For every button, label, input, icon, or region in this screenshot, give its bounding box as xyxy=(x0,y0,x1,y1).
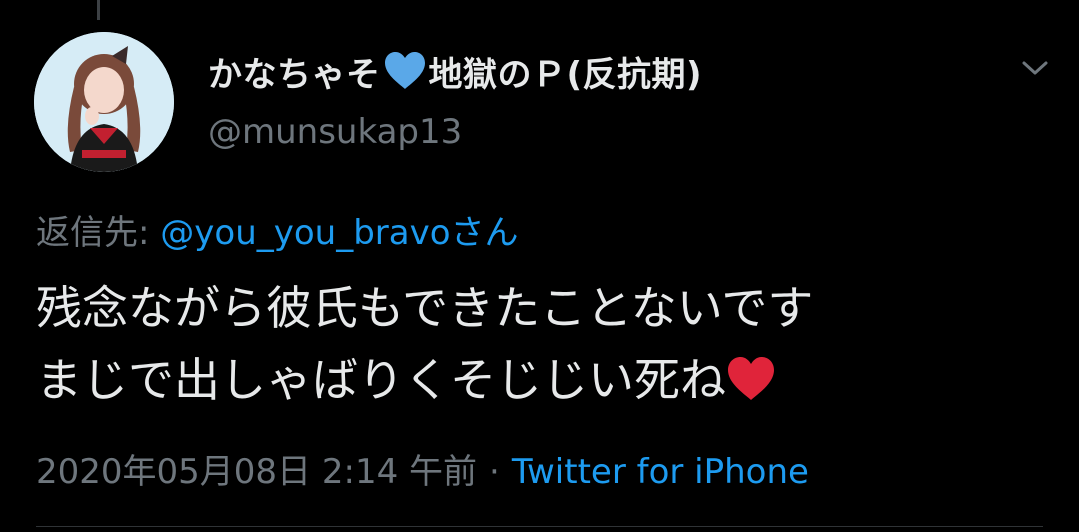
reply-target-link[interactable]: @you_you_bravoさん xyxy=(160,213,518,253)
reply-prefix: 返信先: xyxy=(36,213,161,253)
author-name-part2: 地獄のＰ(反抗期) xyxy=(428,54,703,95)
tweet-text: 残念ながら彼氏もできたことないです まじで出しゃばりくそじじい死ね xyxy=(36,272,813,416)
tweet-text-line-1: 残念ながら彼氏もできたことないです xyxy=(36,281,814,335)
author-handle[interactable]: @munsukap13 xyxy=(208,112,462,152)
tweet-client-link[interactable]: Twitter for iPhone xyxy=(512,452,809,492)
tweet-meta: 2020年05月08日 2:14 午前 · Twitter for iPhone xyxy=(36,444,809,493)
blue-heart-icon xyxy=(384,52,425,89)
red-heart-icon xyxy=(728,357,774,400)
author-name[interactable]: かなちゃそ 地獄のＰ(反抗期) xyxy=(208,46,702,96)
tweet-text-line-2-wrap: まじで出しゃばりくそじじい死ね xyxy=(36,344,813,416)
tweet-timestamp[interactable]: 2020年05月08日 2:14 午前 xyxy=(36,452,477,492)
reply-context: 返信先: @you_you_bravoさん xyxy=(36,205,519,254)
tweet-text-line-2: まじで出しゃばりくそじじい死ね xyxy=(36,353,726,407)
meta-separator: · xyxy=(489,452,500,492)
avatar[interactable] xyxy=(34,32,174,172)
chevron-down-icon[interactable] xyxy=(1018,56,1052,80)
divider xyxy=(36,526,1043,527)
thread-connector-line xyxy=(97,0,100,20)
author-name-part1: かなちゃそ xyxy=(208,54,381,95)
avatar-image xyxy=(34,32,174,172)
